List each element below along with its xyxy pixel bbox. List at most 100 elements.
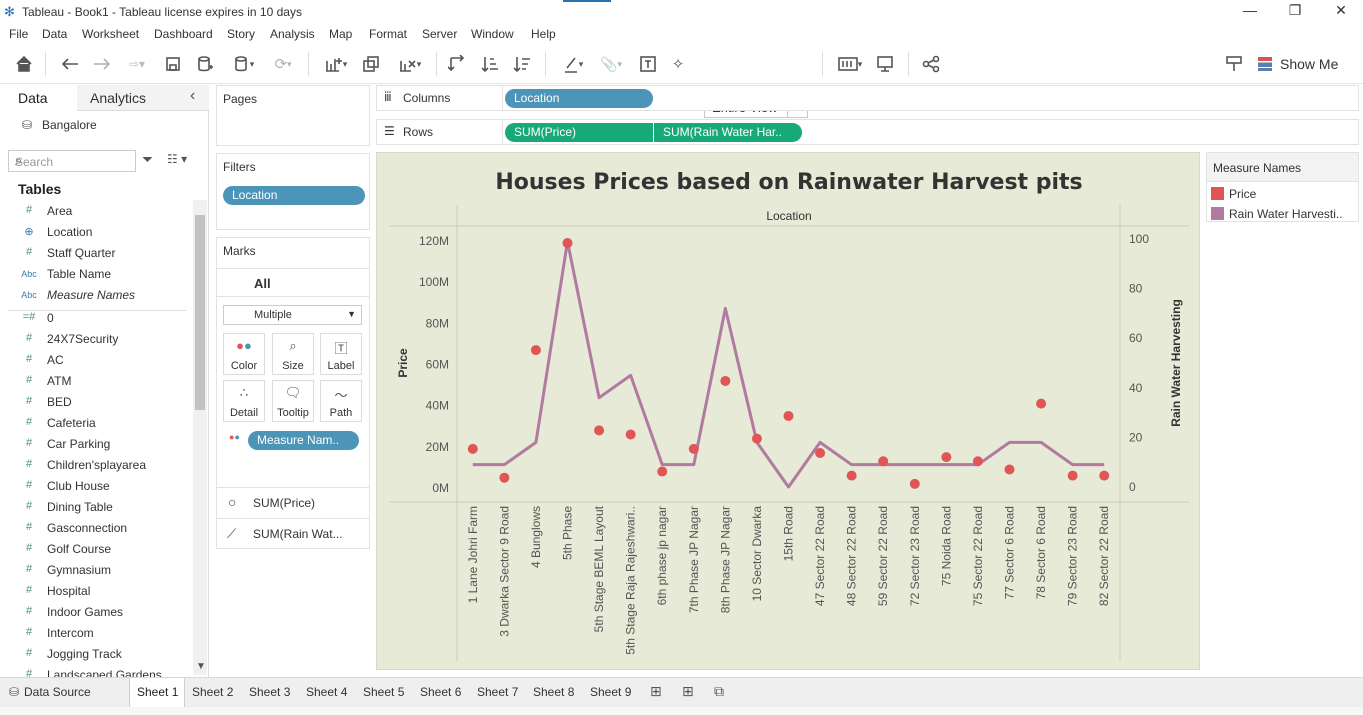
rows-pill-sum-price[interactable]: SUM(Price) [505, 123, 653, 142]
field-item[interactable]: #24X7Security [0, 329, 190, 350]
marks-all-row[interactable]: All [217, 268, 369, 297]
rows-pill-sum-rain[interactable]: SUM(Rain Water Har.. [654, 123, 802, 142]
view-options-icon[interactable]: ☷ ▾ [167, 152, 187, 166]
field-item[interactable]: # Golf Course [0, 539, 190, 560]
marks-tooltip-button[interactable]: 🗨 Tooltip [272, 380, 314, 422]
new-worksheet-icon[interactable]: ▾ [318, 53, 354, 75]
marks-label-button[interactable]: 🅃 Label [320, 333, 362, 375]
datasource-name[interactable]: Bangalore [42, 118, 97, 132]
menu-server[interactable]: Server [422, 27, 457, 41]
menu-worksheet[interactable]: Worksheet [82, 27, 139, 41]
tab-sheet-9[interactable]: Sheet 9 [590, 685, 631, 699]
legend-item[interactable]: Price [1211, 185, 1356, 203]
filter-pill-location[interactable]: Location [223, 186, 365, 205]
undo-icon[interactable] [58, 53, 82, 75]
sort-ascending-icon[interactable] [479, 53, 501, 75]
field-item[interactable]: # Jogging Track [0, 644, 190, 665]
share-icon[interactable] [920, 53, 942, 75]
marks-size-button[interactable]: ⌕ Size [272, 333, 314, 375]
collapse-pane-icon[interactable]: ‹ [190, 87, 195, 105]
swap-rows-columns-icon[interactable] [446, 53, 468, 75]
tab-sheet-2[interactable]: Sheet 2 [192, 685, 233, 699]
field-item[interactable]: # Staff Quarter [0, 243, 190, 264]
close-icon[interactable]: ✕ [1318, 2, 1363, 22]
scroll-down-icon[interactable]: ▼ [196, 661, 206, 672]
field-item[interactable]: # Gasconnection [0, 518, 190, 539]
menu-window[interactable]: Window [471, 27, 514, 41]
field-item[interactable]: =# 0 [0, 308, 190, 329]
field-item[interactable]: # Area [0, 201, 190, 222]
new-datasource-icon[interactable] [194, 53, 216, 75]
tab-sheet-6[interactable]: Sheet 6 [420, 685, 461, 699]
field-item[interactable]: # AC [0, 350, 190, 371]
menu-dashboard[interactable]: Dashboard [154, 27, 213, 41]
field-item[interactable]: # Indoor Games [0, 602, 190, 623]
tab-sheet-7[interactable]: Sheet 7 [477, 685, 518, 699]
tab-analytics[interactable]: Analytics ‹ [77, 85, 209, 111]
tab-data-source[interactable]: Data Source [24, 685, 91, 699]
tab-sheet-3[interactable]: Sheet 3 [249, 685, 290, 699]
tab-sheet-1[interactable]: Sheet 1 [129, 678, 185, 707]
minimize-icon[interactable]: — [1227, 2, 1273, 22]
marks-path-button[interactable]: 〜 Path [320, 380, 362, 422]
field-item[interactable]: # Intercom [0, 623, 190, 644]
tab-sheet-5[interactable]: Sheet 5 [363, 685, 404, 699]
pause-updates-icon[interactable]: ▾ [226, 53, 262, 75]
scrollbar-thumb[interactable] [195, 215, 205, 410]
category-label: 79 Sector 23 Road [1066, 506, 1080, 606]
field-item[interactable]: Abc Measure Names [0, 285, 190, 306]
menu-data[interactable]: Data [42, 27, 67, 41]
color-measure-names-pill[interactable]: Measure Nam.. [248, 431, 359, 450]
menu-map[interactable]: Map [329, 27, 352, 41]
search-input[interactable]: Search ⌕ [8, 150, 136, 172]
new-story-tab-icon[interactable]: ⧉ [714, 683, 724, 700]
save-icon[interactable] [162, 53, 184, 75]
presentation-mode-icon[interactable] [874, 53, 896, 75]
field-item[interactable]: Abc Table Name [0, 264, 190, 285]
left-axis-title: Price [396, 348, 410, 378]
menu-analysis[interactable]: Analysis [270, 27, 315, 41]
sort-descending-icon[interactable] [511, 53, 533, 75]
legend-item[interactable]: Rain Water Harvesti.. [1211, 205, 1356, 223]
field-item[interactable]: # Car Parking [0, 434, 190, 455]
menu-file[interactable]: File [9, 27, 28, 41]
tab-data[interactable]: Data [0, 85, 77, 111]
show-labels-icon[interactable] [637, 53, 659, 75]
clear-sheet-icon[interactable]: ▾ [392, 53, 428, 75]
mark-type-dropdown[interactable]: Multiple ▼ [223, 305, 362, 325]
marks-sum-rain-row[interactable]: ⟋ SUM(Rain Wat... [217, 518, 369, 549]
replay-icon[interactable]: ⇨▾ [120, 53, 154, 75]
new-worksheet-tab-icon[interactable]: ⊞ [650, 683, 662, 700]
filter-icon[interactable]: ⏷ [142, 151, 153, 168]
menu-story[interactable]: Story [227, 27, 255, 41]
refresh-icon[interactable]: ⟳ ▾ [266, 53, 300, 75]
highlight-icon[interactable]: ▾ [556, 53, 590, 75]
field-item[interactable]: # Children'splayarea [0, 455, 190, 476]
field-item[interactable]: # Gymnasium [0, 560, 190, 581]
redo-icon[interactable] [90, 53, 114, 75]
home-icon[interactable] [12, 53, 36, 75]
format-painter-icon[interactable] [1223, 53, 1245, 75]
new-dashboard-tab-icon[interactable]: ⊞ [682, 683, 694, 700]
menu-help[interactable]: Help [531, 27, 556, 41]
field-item[interactable]: # Cafeteria [0, 413, 190, 434]
group-members-icon[interactable]: 📎 ▾ [594, 53, 628, 75]
fix-axes-icon[interactable]: ✧ [667, 53, 689, 75]
marks-color-button[interactable]: ●● Color [223, 333, 265, 375]
field-item[interactable]: # Hospital [0, 581, 190, 602]
duplicate-sheet-icon[interactable] [360, 53, 382, 75]
show-me-button[interactable]: Show Me [1258, 53, 1344, 75]
field-item[interactable]: # Club House [0, 476, 190, 497]
menu-format[interactable]: Format [369, 27, 407, 41]
marks-detail-button[interactable]: ∴ Detail [223, 380, 265, 422]
field-item[interactable]: # ATM [0, 371, 190, 392]
tab-sheet-4[interactable]: Sheet 4 [306, 685, 347, 699]
restore-icon[interactable]: ❐ [1272, 2, 1318, 22]
tab-sheet-8[interactable]: Sheet 8 [533, 685, 574, 699]
field-item[interactable]: # Dining Table [0, 497, 190, 518]
marks-sum-price-row[interactable]: ○ SUM(Price) [217, 487, 369, 518]
show-cards-icon[interactable]: ▾ [832, 53, 868, 75]
field-item[interactable]: ⊕ Location [0, 222, 190, 243]
columns-pill-location[interactable]: Location [505, 89, 653, 108]
field-item[interactable]: # BED [0, 392, 190, 413]
